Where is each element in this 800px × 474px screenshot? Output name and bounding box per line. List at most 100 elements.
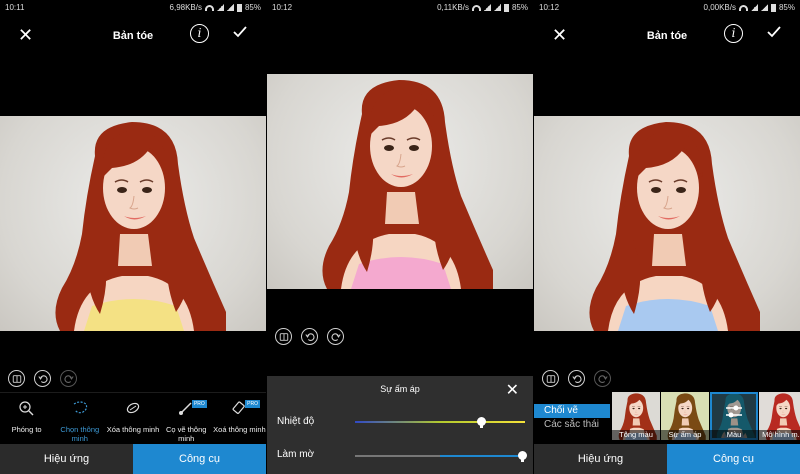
compare-button[interactable]	[8, 370, 25, 387]
adjust-sliders-icon	[726, 405, 742, 418]
effect-thumb-tone[interactable]: Tông màu	[612, 392, 660, 440]
redo-icon	[598, 374, 608, 384]
undo-icon	[38, 374, 48, 384]
redo-button[interactable]	[327, 328, 344, 345]
undo-button[interactable]	[301, 328, 318, 345]
page-title: Bản tóe	[646, 30, 688, 42]
panel-title: Sự ấm áp	[380, 384, 420, 394]
status-time: 10:12	[272, 3, 293, 12]
status-time: 10:12	[539, 3, 560, 12]
signal-icon	[216, 4, 224, 11]
page-title: Bản tóe	[112, 30, 154, 42]
tool-zoom[interactable]: Phóng to	[0, 393, 53, 444]
info-icon[interactable]: i	[724, 24, 743, 43]
tool-strip: Phóng to Chọn thông minh Xóa thông minh …	[0, 392, 266, 444]
tool-smart-erase[interactable]: Xóa thông minh	[106, 393, 159, 444]
tab-effects[interactable]: Hiệu ứng	[0, 444, 133, 474]
effect-label: Màu	[710, 430, 758, 440]
slider-label: Nhiệt độ	[277, 416, 315, 427]
effect-thumb-warmth[interactable]: Sự ấm áp	[661, 392, 709, 440]
canvas-controls	[275, 328, 344, 345]
battery-level: 85%	[511, 3, 528, 12]
slider-thumb[interactable]	[476, 417, 486, 428]
effect-label: Mô hình m...	[759, 430, 800, 440]
redo-button[interactable]	[60, 370, 77, 387]
photo-canvas[interactable]: #s1 .hair{fill:#9a2a12} #s1 .top{fill:#f…	[0, 116, 266, 331]
pro-badge: PRO	[245, 400, 261, 408]
tool-label: Phóng to	[11, 425, 42, 434]
effect-thumbnails: Tông màu Sự ấm áp Màu Mô hình m...	[612, 392, 800, 440]
top-bar: ✕ Bản tóe i	[0, 22, 266, 50]
compare-button[interactable]	[275, 328, 292, 345]
battery-level: 85%	[778, 3, 795, 12]
portrait-image: #s2 .hair{fill:#9e2c14} #s2 .top{fill:#f…	[267, 74, 533, 289]
tool-smart-select[interactable]: Chọn thông minh	[53, 393, 106, 444]
signal-icon	[493, 4, 501, 11]
confirm-check-icon[interactable]	[232, 25, 248, 39]
status-bar: 10:12 0,00KB/s 85%	[534, 0, 800, 16]
signal-icon	[750, 4, 758, 11]
photo-canvas[interactable]: #s2 .hair{fill:#9e2c14} #s2 .top{fill:#f…	[267, 74, 533, 289]
network-speed: 6,98KB/s	[169, 3, 202, 12]
status-bar: 10:12 0,11KB/s 85%	[267, 0, 533, 16]
tab-tools[interactable]: Công cụ	[667, 444, 800, 474]
photo-canvas[interactable]: #s3 .photo .hair{fill:#9a2a12} #s3 .phot…	[534, 116, 800, 331]
portrait-image: #s3 .photo .hair{fill:#9a2a12} #s3 .phot…	[534, 116, 800, 331]
blur-slider[interactable]	[355, 451, 527, 462]
signal-icon	[760, 4, 768, 11]
menu-item-shades[interactable]: Các sắc thái	[534, 418, 610, 432]
tool-label: Xoá thông minh	[213, 425, 266, 434]
temperature-slider[interactable]	[355, 417, 525, 428]
bottom-tabs: Hiệu ứng Công cụ	[534, 444, 800, 474]
effect-label: Sự ấm áp	[661, 430, 709, 440]
status-bar: 10:11 6,98KB/s 85%	[0, 0, 266, 16]
signal-icon	[226, 4, 234, 11]
effect-label: Tông màu	[612, 430, 660, 440]
screen-3-effects: 10:12 0,00KB/s 85% ✕ Bản tóe i #s3 .phot…	[534, 0, 800, 474]
wifi-icon	[471, 4, 481, 11]
tool-smart-erase-pro[interactable]: PRO Xoá thông minh	[213, 393, 266, 444]
tool-smart-brush[interactable]: PRO Cọ vẽ thông minh	[160, 393, 213, 444]
undo-button[interactable]	[568, 370, 585, 387]
bottom-tabs: Hiệu ứng Công cụ	[0, 444, 266, 474]
undo-button[interactable]	[34, 370, 51, 387]
tool-label: Cọ vẽ thông minh	[165, 425, 207, 443]
eraser-icon	[126, 402, 140, 414]
battery-icon	[236, 3, 242, 12]
zoom-icon	[18, 401, 34, 416]
redo-icon	[331, 332, 341, 342]
tool-label: Xóa thông minh	[106, 425, 160, 434]
status-time: 10:11	[5, 3, 25, 12]
compare-icon	[546, 374, 556, 384]
network-speed: 0,11KB/s	[437, 3, 469, 12]
redo-button[interactable]	[594, 370, 611, 387]
tab-tools[interactable]: Công cụ	[133, 444, 266, 474]
battery-icon	[503, 3, 509, 12]
effect-thumb-model[interactable]: Mô hình m...	[759, 392, 800, 440]
menu-item-brush[interactable]: Chối vẽ	[534, 404, 610, 418]
smart-select-icon	[73, 401, 87, 414]
effect-thumb-color[interactable]: Màu	[710, 392, 758, 440]
warmth-panel: Sự ấm áp ✕ Nhiệt độ Làm mờ	[267, 376, 533, 474]
network-speed: 0,00KB/s	[703, 3, 736, 12]
pro-badge: PRO	[191, 400, 207, 408]
battery-level: 85%	[244, 3, 261, 12]
signal-icon	[483, 4, 491, 11]
effect-category-menu: Chối vẽ Các sắc thái	[534, 404, 610, 432]
tab-effects[interactable]: Hiệu ứng	[534, 444, 667, 474]
top-bar: ✕ Bản tóe i	[534, 22, 800, 50]
screen-1-hair-tools: 10:11 6,98KB/s 85% ✕ Bản tóe i #s1 .hair…	[0, 0, 266, 474]
screen-2-warmth-panel: 10:12 0,11KB/s 85% #s2 .hair{fill:#9e2c1…	[267, 0, 533, 474]
slider-thumb[interactable]	[517, 451, 527, 462]
confirm-check-icon[interactable]	[766, 25, 782, 39]
undo-icon	[305, 332, 315, 342]
wifi-icon	[738, 4, 748, 11]
canvas-controls	[542, 370, 611, 387]
tool-label: Chọn thông minh	[60, 425, 100, 443]
close-icon[interactable]: ✕	[506, 380, 519, 400]
undo-icon	[572, 374, 582, 384]
compare-button[interactable]	[542, 370, 559, 387]
info-icon[interactable]: i	[190, 24, 209, 43]
portrait-image: #s1 .hair{fill:#9a2a12} #s1 .top{fill:#f…	[0, 116, 266, 331]
compare-icon	[12, 374, 22, 384]
